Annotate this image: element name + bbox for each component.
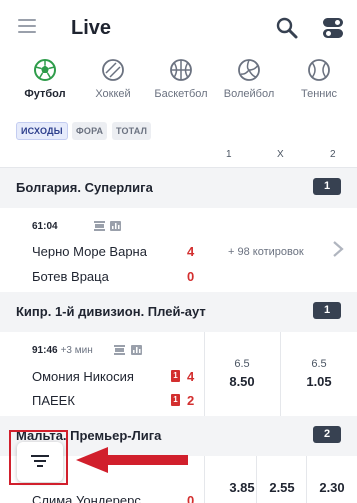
soccer-ball-icon <box>34 59 56 81</box>
sport-tab-hockey[interactable]: Хоккей <box>87 56 139 112</box>
filter-button[interactable] <box>17 442 63 482</box>
odds-button[interactable]: 6.5 1.05 <box>283 358 355 389</box>
match-time: 61:04 <box>32 221 58 232</box>
divider <box>204 332 205 416</box>
sport-label: Теннис <box>300 88 337 100</box>
more-odds-link[interactable]: + 98 котировок <box>228 246 304 258</box>
basketball-icon <box>170 59 192 81</box>
statistics-icon <box>131 345 142 355</box>
league-count-badge: 1 <box>313 178 341 195</box>
market-selector: ИСХОДЫ ФОРА ТОТАЛ 1 X 2 <box>0 112 357 168</box>
home-score: 4 <box>187 244 195 259</box>
column-header-1: 1 <box>226 149 232 160</box>
sport-label: Хоккей <box>95 88 131 100</box>
match-row[interactable]: 61:04 Черно Море Варна 4 Ботев Враца 0 +… <box>0 208 357 292</box>
sport-label: Баскетбол <box>154 88 208 100</box>
red-card-badge: 1 <box>171 370 180 382</box>
odds-button[interactable]: 6.5 8.50 <box>206 358 278 389</box>
home-score: 4 <box>187 369 195 384</box>
league-name: Кипр. 1-й дивизион. Плей-аут <box>16 304 206 319</box>
red-card-badge: 1 <box>171 394 180 406</box>
volleyball-icon <box>238 59 260 81</box>
sport-label: Волейбол <box>223 88 275 100</box>
annotation-arrow <box>76 447 188 473</box>
sport-selector: Футбол Хоккей Баскетбол Волейбол Теннис <box>0 56 357 112</box>
stadium-icon <box>94 221 105 231</box>
tab-handicap[interactable]: ФОРА <box>72 122 108 140</box>
divider <box>204 456 205 503</box>
hockey-puck-icon <box>102 59 124 81</box>
home-score: 0 <box>187 493 195 503</box>
chevron-right-icon[interactable] <box>332 240 344 258</box>
league-count-badge: 1 <box>313 302 341 319</box>
match-info: 61:04 Черно Море Варна 4 Ботев Враца 0 <box>0 208 204 292</box>
home-team: Омония Никосия <box>32 369 134 384</box>
column-header-2: 2 <box>330 149 336 160</box>
league-name: Болгария. Суперлига <box>16 180 153 195</box>
league-header[interactable]: Болгария. Суперлига 1 <box>0 168 357 208</box>
menu-icon[interactable] <box>18 19 36 33</box>
home-team: Черно Море Варна <box>32 244 147 259</box>
match-info: 91:46 +3 мин Омония Никосия 1 4 ПАЕЕК 1 2 <box>0 332 204 416</box>
match-time: 91:46 +3 мин <box>32 345 93 356</box>
away-team: Ботев Враца <box>32 269 109 284</box>
sport-tab-tennis[interactable]: Теннис <box>293 56 345 112</box>
statistics-icon <box>110 221 121 231</box>
away-score: 2 <box>187 393 195 408</box>
odds-button[interactable]: 2.30 <box>296 476 357 495</box>
match-row[interactable]: 91:46 +3 мин Омония Никосия 1 4 ПАЕЕК 1 2… <box>0 332 357 416</box>
search-icon[interactable] <box>275 16 299 40</box>
page-title: Live <box>71 17 112 39</box>
league-name: Мальта. Премьер-Лига <box>16 428 162 443</box>
sport-tab-football[interactable]: Футбол <box>20 56 70 112</box>
app-header: Live <box>0 0 357 56</box>
column-header-x: X <box>277 149 284 160</box>
tab-outcomes[interactable]: ИСХОДЫ <box>16 122 68 140</box>
tennis-ball-icon <box>308 59 330 81</box>
away-score: 0 <box>187 269 195 284</box>
home-team: Слима Уондерерс <box>32 493 141 503</box>
league-header[interactable]: Кипр. 1-й дивизион. Плей-аут 1 <box>0 292 357 332</box>
settings-toggle-icon[interactable] <box>322 16 344 40</box>
sport-tab-basketball[interactable]: Баскетбол <box>150 56 212 112</box>
sport-label: Футбол <box>24 88 66 100</box>
divider <box>280 332 281 416</box>
filter-icon <box>31 455 49 467</box>
stadium-icon <box>114 345 125 355</box>
away-team: ПАЕЕК <box>32 393 75 408</box>
sport-tab-volleyball[interactable]: Волейбол <box>219 56 279 112</box>
tab-total[interactable]: ТОТАЛ <box>112 122 152 140</box>
league-count-badge: 2 <box>313 426 341 443</box>
